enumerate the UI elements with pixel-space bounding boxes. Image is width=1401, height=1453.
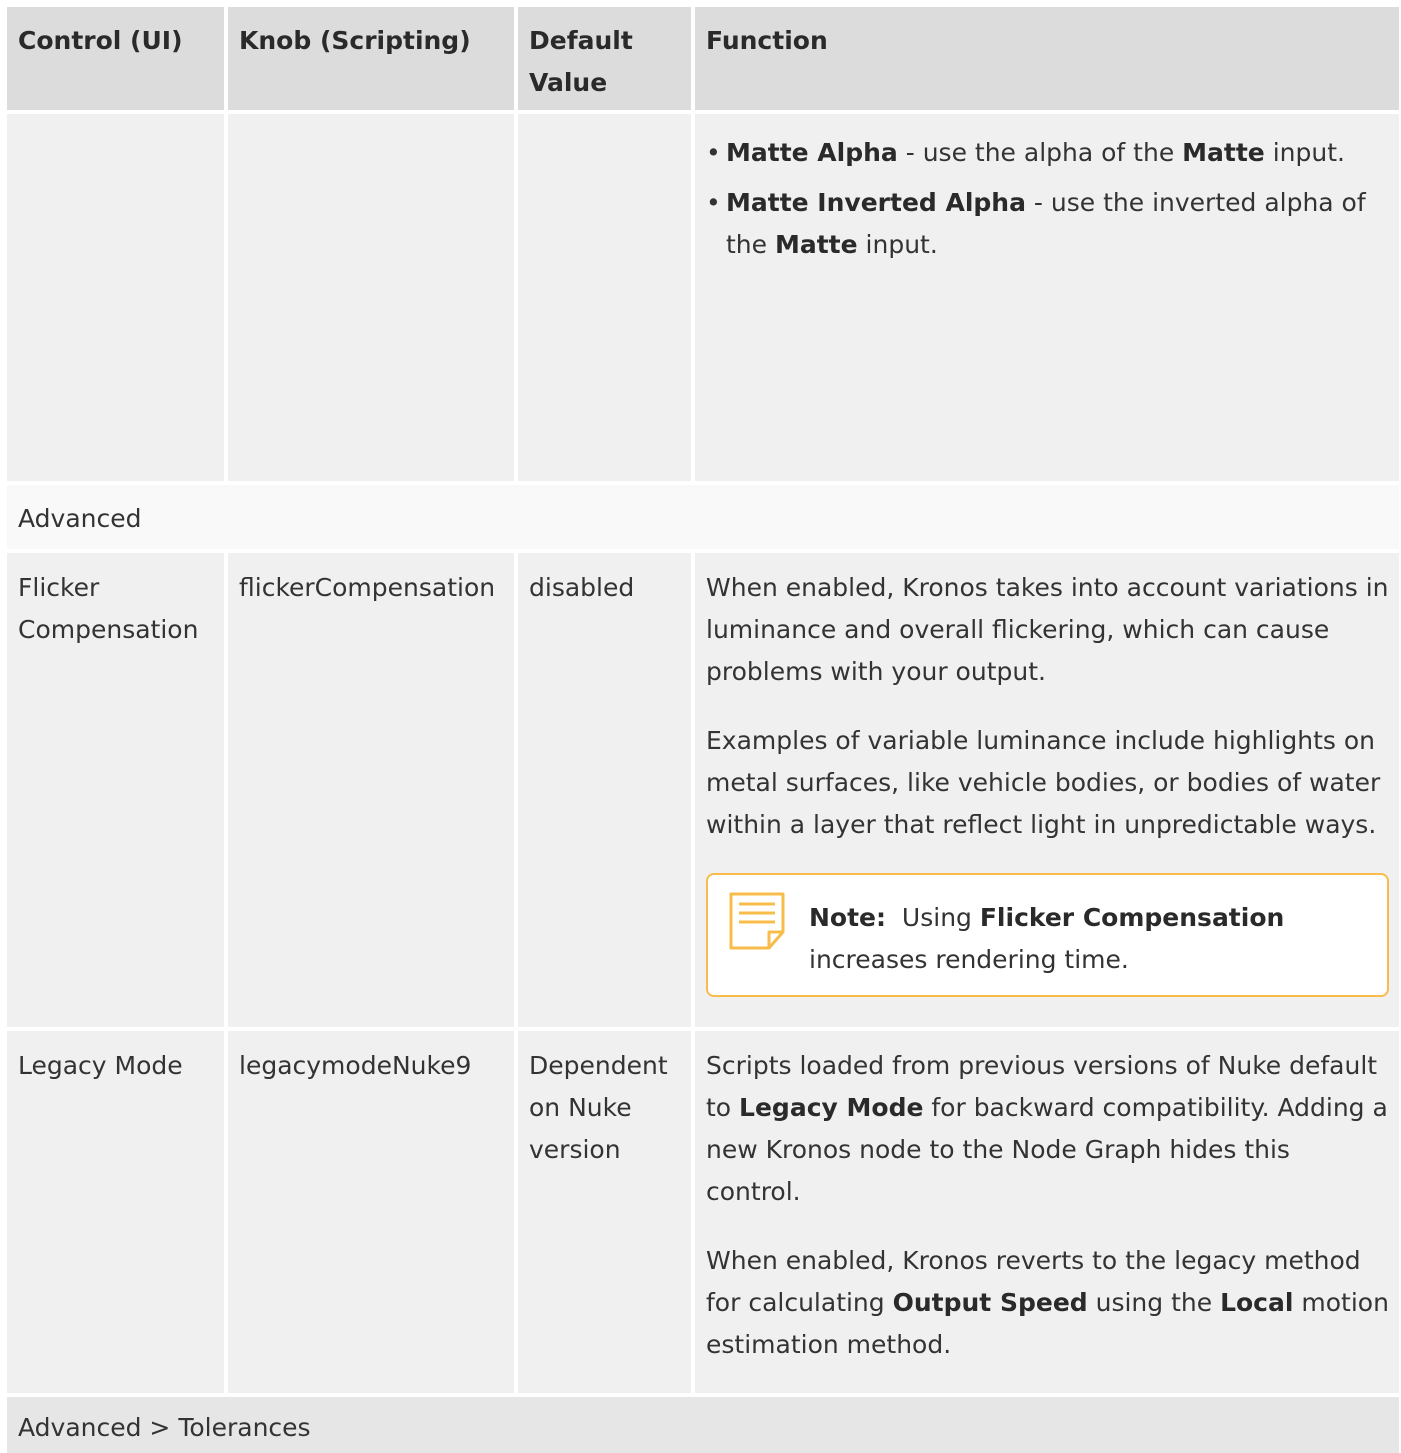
note-text: increases rendering time. — [809, 945, 1129, 974]
table-row: Flicker Compensation flickerCompensation… — [7, 549, 1399, 1027]
cell-function: • Matte Alpha - use the alpha of the Matt… — [691, 110, 1399, 481]
header-control: Control (UI) — [7, 7, 224, 110]
bullet-term: Matte — [1182, 138, 1265, 167]
table-header-row: Control (UI) Knob (Scripting) Default Va… — [7, 7, 1399, 110]
bullet-term: Matte — [774, 230, 858, 259]
paragraph: When enabled, Kronos reverts to the lega… — [706, 1240, 1389, 1366]
bullet-text: input. — [857, 230, 938, 259]
list-item: • Matte Alpha - use the alpha of the Matt… — [706, 132, 1389, 174]
section-row-advanced: Advanced — [7, 481, 1399, 549]
cell-control: Flicker Compensation — [7, 549, 224, 1027]
cell-default — [514, 110, 691, 481]
paragraph: Examples of variable luminance include h… — [706, 726, 1381, 839]
cell-default: Dependent on Nuke version — [514, 1027, 691, 1393]
section-row-tolerances: Advanced > Tolerances — [7, 1393, 1399, 1453]
header-knob: Knob (Scripting) — [224, 7, 514, 110]
section-label: Advanced — [7, 481, 1399, 549]
bullet-dot: • — [706, 188, 721, 217]
note-term: Flicker Compensation — [979, 903, 1285, 932]
bullet-term: Matte Inverted Alpha — [726, 188, 1026, 217]
paragraph-term: Local — [1220, 1288, 1294, 1317]
list-item: • Matte Inverted Alpha - use the inverted… — [706, 182, 1389, 266]
paragraph-text: using the — [1087, 1288, 1221, 1317]
note-icon — [729, 892, 785, 950]
cell-function: Scripts loaded from previous versions of… — [691, 1027, 1399, 1393]
note-label: Note: — [809, 903, 887, 932]
table-row: • Matte Alpha - use the alpha of the Matt… — [7, 110, 1399, 481]
cell-control — [7, 110, 224, 481]
controls-table: Control (UI) Knob (Scripting) Default Va… — [7, 7, 1399, 1453]
cell-function: When enabled, Kronos takes into account … — [691, 549, 1399, 1027]
paragraph-term: Output Speed — [892, 1288, 1088, 1317]
cell-knob — [224, 110, 514, 481]
section-label: Advanced > Tolerances — [7, 1393, 1399, 1453]
bullet-dot: • — [706, 138, 721, 167]
table-row: Legacy Mode legacymodeNuke9 Dependent on… — [7, 1027, 1399, 1393]
paragraph-term: Legacy Mode — [739, 1093, 924, 1122]
cell-default: disabled — [514, 549, 691, 1027]
bullet-text: - use the alpha of the — [897, 138, 1183, 167]
paragraph: Scripts loaded from previous versions of… — [706, 1045, 1389, 1213]
header-function: Function — [691, 7, 1399, 110]
cell-control: Legacy Mode — [7, 1027, 224, 1393]
cell-knob: legacymodeNuke9 — [224, 1027, 514, 1393]
header-default-value: Default Value — [514, 7, 691, 110]
paragraph: When enabled, Kronos takes into account … — [706, 573, 1389, 686]
note-text: Using — [901, 903, 980, 932]
cell-knob: flickerCompensation — [224, 549, 514, 1027]
bullet-term: Matte Alpha — [726, 138, 898, 167]
bullet-text: input. — [1264, 138, 1345, 167]
note-box: Note: Using Flicker Compensation increas… — [706, 873, 1389, 997]
